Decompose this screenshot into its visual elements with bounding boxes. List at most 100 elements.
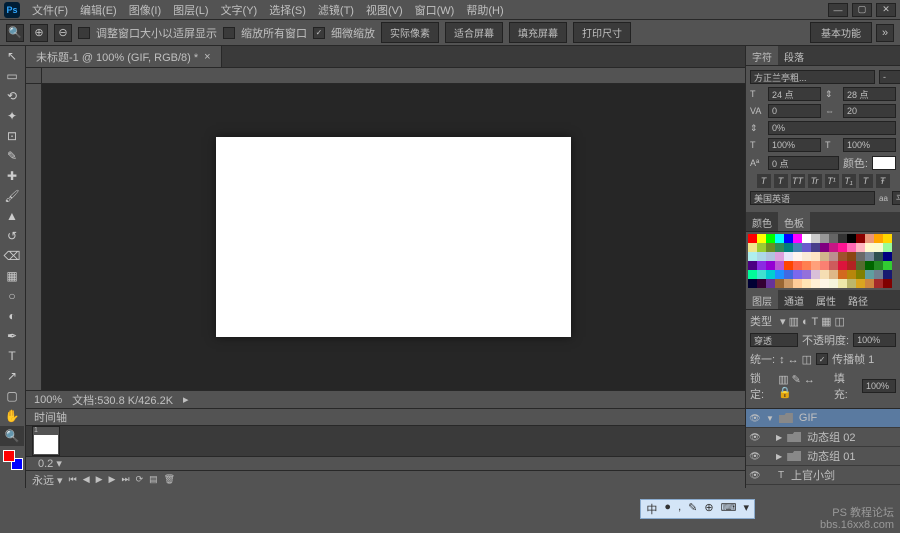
swatch[interactable] [793, 243, 802, 252]
swatch[interactable] [748, 261, 757, 270]
swatch[interactable] [775, 270, 784, 279]
visibility-toggle[interactable]: 👁 [746, 451, 764, 462]
swatch[interactable] [802, 234, 811, 243]
layer-row[interactable]: 👁▶动态组 01 [746, 447, 900, 466]
swatch[interactable] [856, 270, 865, 279]
layer-row[interactable]: 👁T上官小剑 [746, 466, 900, 485]
subscript-button[interactable]: T₁ [842, 174, 856, 188]
dodge-tool[interactable]: ◐ [0, 306, 24, 326]
swatch[interactable] [829, 270, 838, 279]
zoom-all-checkbox[interactable] [223, 27, 235, 39]
minimize-button[interactable]: — [828, 3, 848, 17]
swatch[interactable] [811, 234, 820, 243]
ime-button[interactable]: ⊕ [702, 501, 715, 517]
swatch[interactable] [766, 252, 775, 261]
swatch[interactable] [757, 261, 766, 270]
swatch[interactable] [829, 252, 838, 261]
swatch[interactable] [847, 270, 856, 279]
swatch[interactable] [811, 243, 820, 252]
swatch[interactable] [748, 270, 757, 279]
antialiasing-select[interactable] [892, 191, 900, 205]
swatch[interactable] [775, 234, 784, 243]
swatch[interactable] [793, 261, 802, 270]
lasso-tool[interactable]: ⟲ [0, 86, 24, 106]
blend-mode-select[interactable] [750, 333, 798, 347]
wand-tool[interactable]: ✦ [0, 106, 24, 126]
swatch[interactable] [820, 252, 829, 261]
swatch[interactable] [865, 252, 874, 261]
expand-icon[interactable]: ▶ [776, 433, 782, 442]
eyedropper-tool[interactable]: ✎ [0, 146, 24, 166]
swatch[interactable] [883, 252, 892, 261]
swatch[interactable] [883, 279, 892, 288]
swatch[interactable] [757, 270, 766, 279]
layer-row[interactable]: 👁▶动态组 02 [746, 428, 900, 447]
layer-row[interactable]: 👁▼GIF [746, 409, 900, 428]
caps-button[interactable]: TT [791, 174, 805, 188]
move-tool[interactable]: ↖ [0, 46, 24, 66]
swatch[interactable] [865, 261, 874, 270]
shape-tool[interactable]: ▢ [0, 386, 24, 406]
resize-window-checkbox[interactable] [78, 27, 90, 39]
zoom-tool-icon[interactable]: 🔍 [6, 24, 24, 42]
baseline-input[interactable] [768, 156, 839, 170]
swatch[interactable] [757, 243, 766, 252]
workspace-selector[interactable]: 基本功能 [810, 22, 872, 43]
swatch[interactable] [802, 279, 811, 288]
actual-pixels-button[interactable]: 实际像素 [381, 22, 439, 43]
expand-icon[interactable]: ▼ [766, 414, 774, 423]
font-size-input[interactable] [768, 87, 821, 101]
swatch[interactable] [838, 252, 847, 261]
swatch[interactable] [847, 243, 856, 252]
workspace-menu-icon[interactable]: » [876, 24, 894, 42]
swatch[interactable] [793, 270, 802, 279]
swatch[interactable] [847, 261, 856, 270]
swatch[interactable] [784, 243, 793, 252]
swatch[interactable] [874, 279, 883, 288]
hand-tool[interactable]: ✋ [0, 406, 24, 426]
pen-tool[interactable]: ✒ [0, 326, 24, 346]
ime-button[interactable]: ✎ [686, 501, 699, 517]
swatch[interactable] [883, 243, 892, 252]
menu-window[interactable]: 窗口(W) [409, 0, 461, 20]
hscale-input[interactable] [768, 138, 821, 152]
properties-tab[interactable]: 属性 [810, 290, 842, 309]
menu-filter[interactable]: 滤镜(T) [312, 0, 360, 20]
swatch[interactable] [865, 234, 874, 243]
next-frame-button[interactable]: ▶ [109, 474, 116, 485]
swatch[interactable] [757, 252, 766, 261]
swatch[interactable] [811, 270, 820, 279]
swatch[interactable] [847, 279, 856, 288]
swatch[interactable] [856, 243, 865, 252]
menu-type[interactable]: 文字(Y) [215, 0, 264, 20]
swatch[interactable] [865, 279, 874, 288]
swatch[interactable] [784, 270, 793, 279]
canvas-area[interactable] [42, 84, 745, 390]
swatch[interactable] [802, 252, 811, 261]
fit-screen-button[interactable]: 适合屏幕 [445, 22, 503, 43]
heal-tool[interactable]: ✚ [0, 166, 24, 186]
layer-row[interactable]: 👁矩形 1 [746, 485, 900, 488]
tracking-input[interactable] [843, 104, 896, 118]
doc-size[interactable]: 文档:530.8 K/426.2K [72, 392, 173, 408]
brush-tool[interactable]: 🖌 [0, 186, 24, 206]
swatch[interactable] [874, 261, 883, 270]
visibility-toggle[interactable]: 👁 [746, 413, 764, 424]
eraser-tool[interactable]: ⌫ [0, 246, 24, 266]
ime-toolbar[interactable]: 中●,✎⊕⌨▾ [640, 499, 755, 519]
visibility-toggle[interactable]: 👁 [746, 470, 764, 481]
zoom-tool[interactable]: 🔍 [0, 426, 24, 446]
status-arrow-icon[interactable]: ▸ [183, 393, 189, 406]
document-tab[interactable]: 未标题-1 @ 100% (GIF, RGB/8) * × [26, 46, 222, 67]
crop-tool[interactable]: ⊡ [0, 126, 24, 146]
swatch[interactable] [838, 261, 847, 270]
opacity-input[interactable] [853, 333, 896, 347]
swatch[interactable] [793, 279, 802, 288]
color-picker[interactable] [3, 450, 23, 470]
ime-button[interactable]: ● [662, 501, 673, 517]
ime-button[interactable]: ▾ [741, 501, 751, 517]
foreground-color[interactable] [3, 450, 15, 462]
swatch[interactable] [748, 279, 757, 288]
swatch[interactable] [775, 252, 784, 261]
menu-layer[interactable]: 图层(L) [167, 0, 214, 20]
